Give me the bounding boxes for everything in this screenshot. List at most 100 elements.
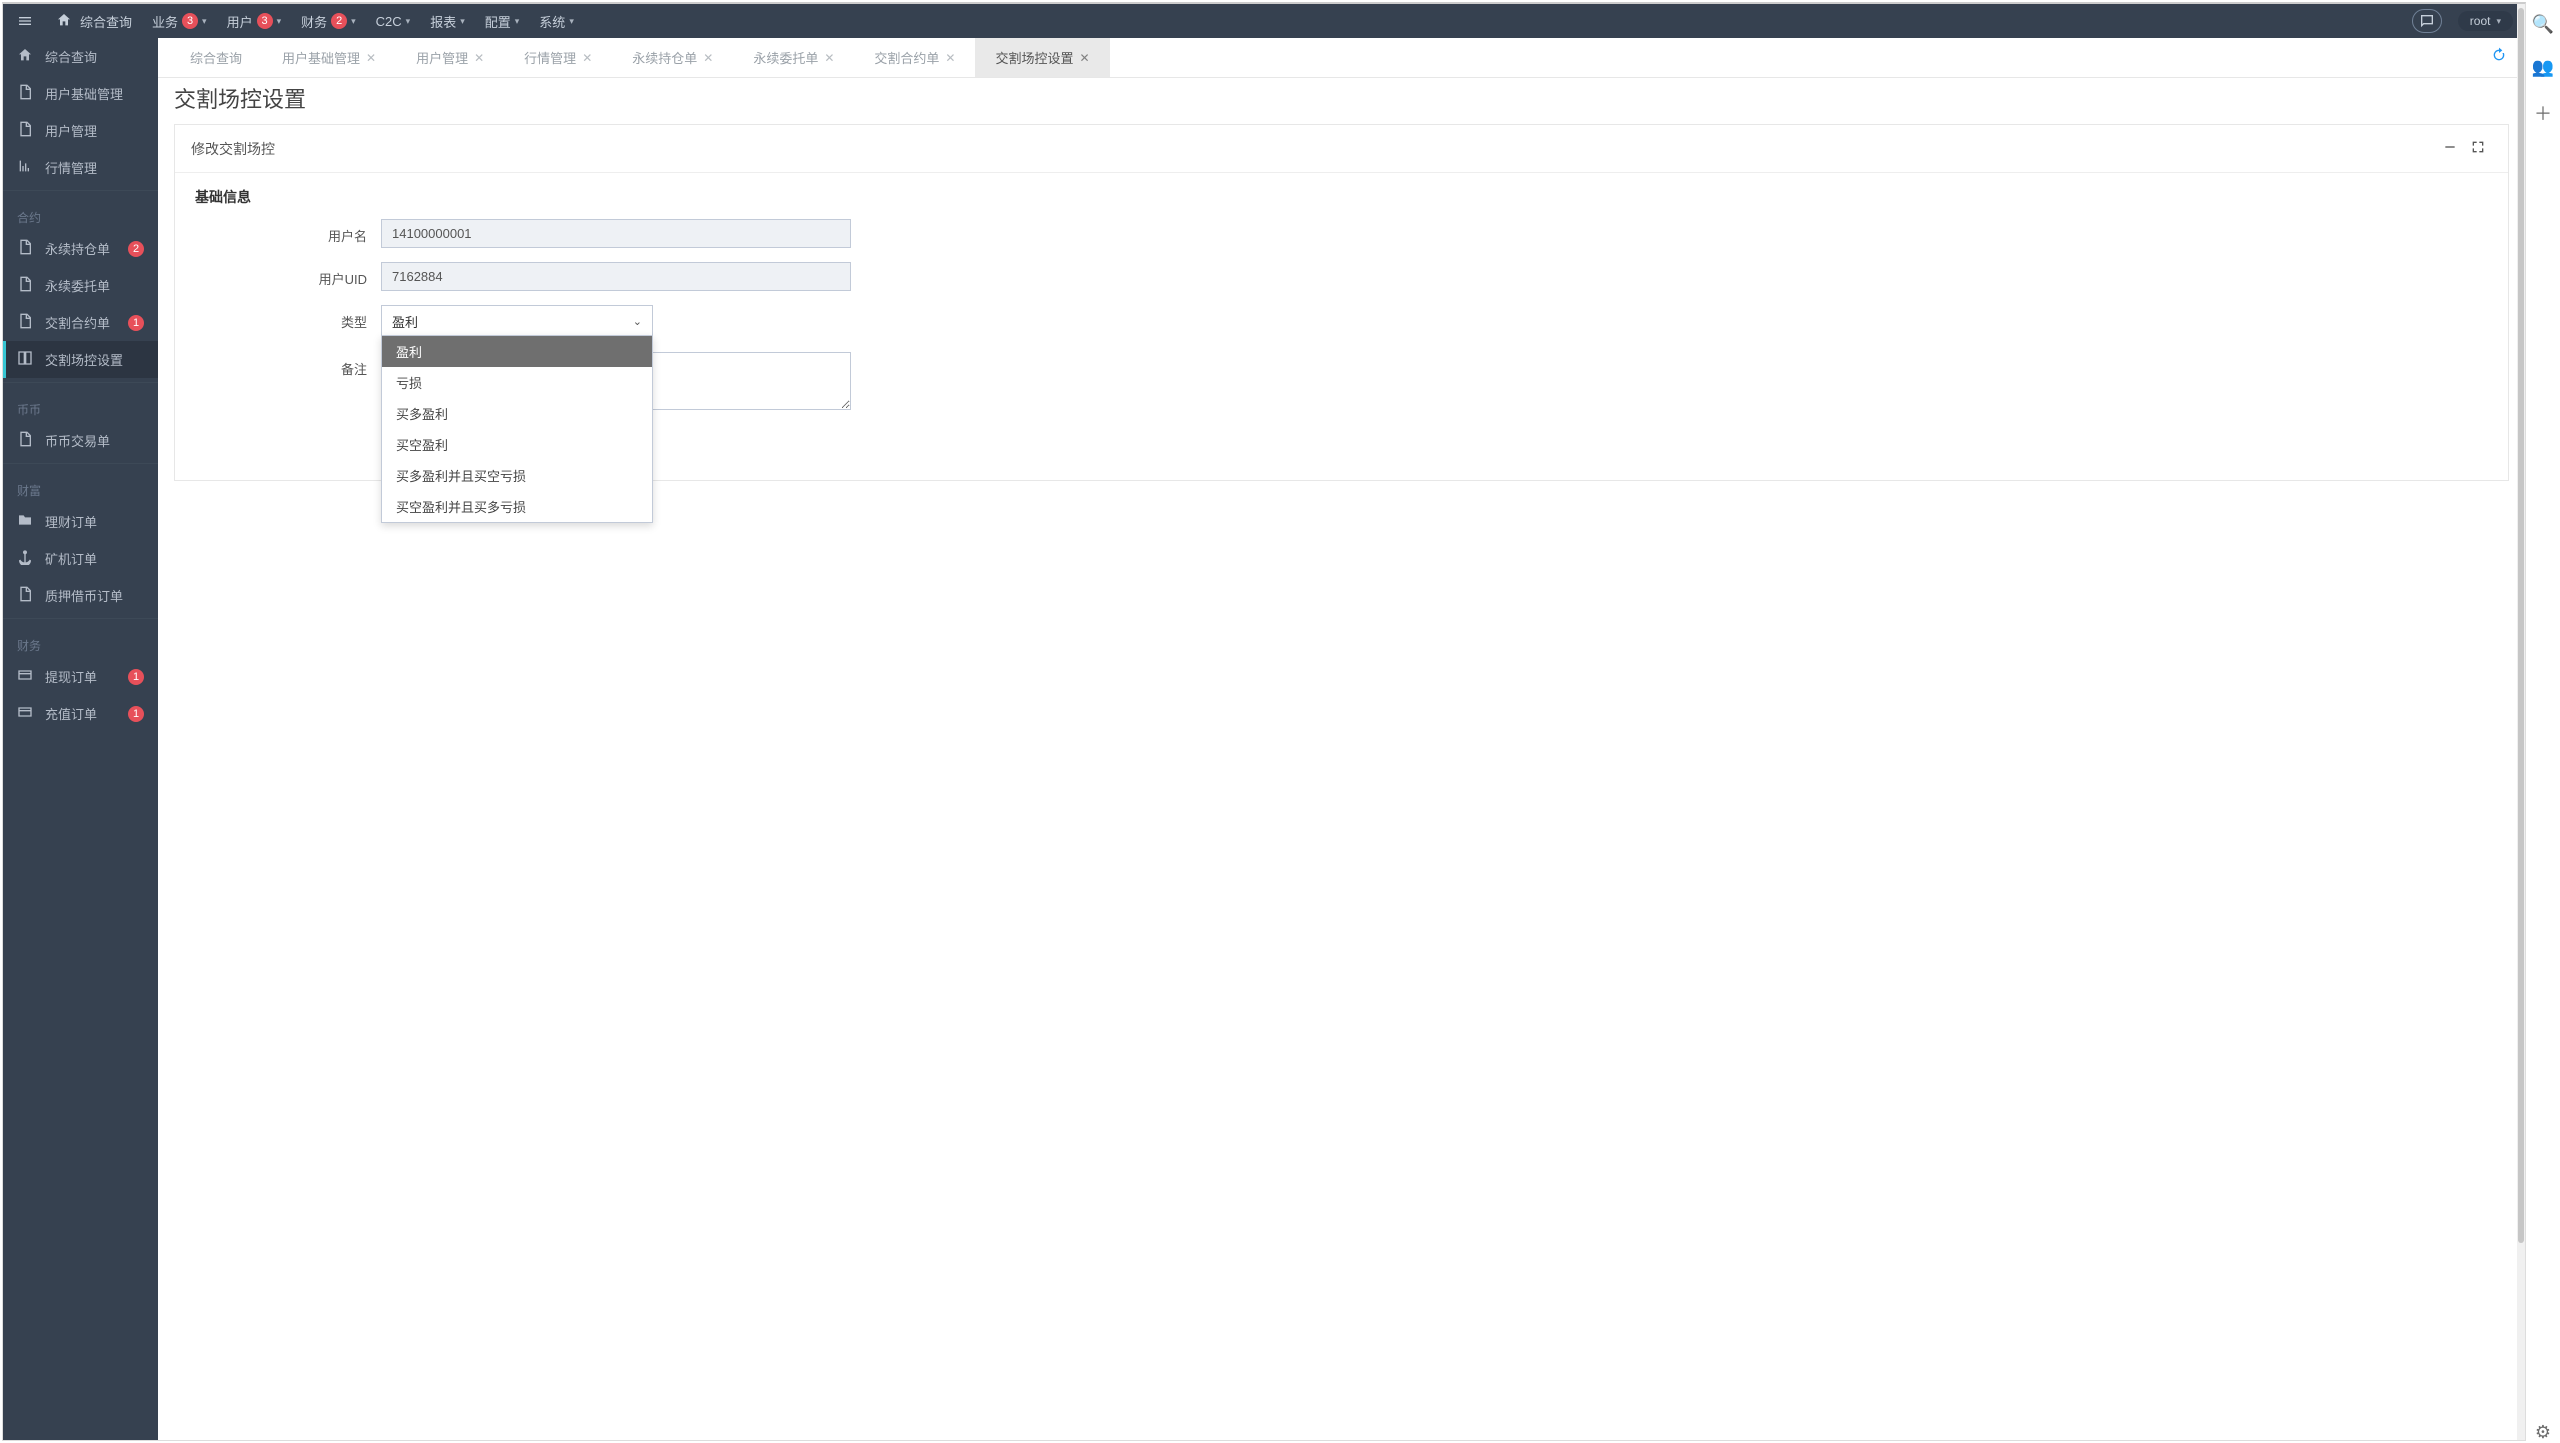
topnav-item[interactable]: 配置▾ [476, 4, 529, 38]
close-icon[interactable]: ✕ [824, 51, 834, 65]
sidebar-item-label: 综合查询 [45, 47, 97, 66]
add-icon[interactable]: ＋ [2534, 100, 2552, 126]
sidebar-badge: 1 [128, 706, 144, 722]
tab[interactable]: 永续持仓单 ✕ [612, 38, 733, 77]
chevron-down-icon: ▾ [202, 16, 207, 27]
tab-label: 用户基础管理 [282, 48, 360, 67]
sidebar-toggle[interactable] [3, 4, 47, 38]
sidebar-item-label: 永续委托单 [45, 276, 110, 295]
topnav-badge: 3 [182, 13, 198, 29]
sidebar-item[interactable]: 提现订单1 [3, 658, 158, 695]
tab[interactable]: 用户基础管理 ✕ [262, 38, 396, 77]
sidebar-item[interactable]: 充值订单 1 [3, 695, 158, 732]
username-input[interactable] [381, 219, 851, 248]
section-title: 基础信息 [195, 187, 2488, 207]
tab-label: 永续持仓单 [632, 48, 697, 67]
scrollbar-thumb[interactable] [2518, 8, 2524, 1243]
topnav-item-label: 综合查询 [80, 12, 132, 31]
tab[interactable]: 永续委托单 ✕ [733, 38, 854, 77]
topnav-badge: 2 [331, 13, 347, 29]
panel-title: 修改交割场控 [191, 139, 275, 159]
sidebar-item[interactable]: 质押借币订单 [3, 577, 158, 614]
panel-collapse-button[interactable] [2436, 135, 2464, 162]
topnav-badge: 3 [257, 13, 273, 29]
chevron-down-icon: ▾ [2496, 16, 2501, 27]
sidebar-item[interactable]: 用户基础管理 [3, 75, 158, 112]
type-option[interactable]: 买多盈利 [382, 398, 652, 429]
close-icon[interactable]: ✕ [366, 51, 376, 65]
sidebar-item[interactable]: 综合查询 [3, 38, 158, 75]
card-icon [17, 704, 33, 723]
card-icon [17, 667, 33, 686]
topnav-item[interactable]: 财务2 ▾ [292, 4, 365, 38]
type-select-value: 盈利 [392, 312, 418, 331]
search-icon[interactable]: 🔍 [2532, 14, 2554, 35]
sidebar-item-label: 质押借币订单 [45, 586, 123, 605]
tabs-bar: 综合查询用户基础管理✕用户管理✕行情管理✕永续持仓单✕永续委托单✕交割合约单✕交… [158, 38, 2525, 78]
topnav-item-label: 财务 [301, 12, 327, 31]
sidebar-badge: 1 [128, 315, 144, 331]
main-content: 综合查询用户基础管理✕用户管理✕行情管理✕永续持仓单✕永续委托单✕交割合约单✕交… [158, 38, 2525, 1440]
type-select[interactable]: 盈利 ⌄ [381, 305, 653, 338]
uid-input[interactable] [381, 262, 851, 291]
sidebar-item-label: 用户基础管理 [45, 84, 123, 103]
settings-icon[interactable]: ⚙ [2535, 1422, 2551, 1443]
refresh-icon [2491, 47, 2507, 63]
sidebar-category: 财富 [3, 468, 158, 503]
sidebar-category: 合约 [3, 195, 158, 230]
close-icon[interactable]: ✕ [1080, 51, 1090, 65]
uid-label: 用户UID [195, 262, 381, 288]
close-icon[interactable]: ✕ [474, 51, 484, 65]
tab[interactable]: 综合查询 [170, 38, 262, 77]
type-option[interactable]: 买多盈利并且买空亏损 [382, 460, 652, 491]
type-option[interactable]: 买空盈利 [382, 429, 652, 460]
topnav-item[interactable]: C2C▾ [367, 4, 420, 38]
tab[interactable]: 用户管理✕ [396, 38, 504, 77]
scrollbar-vertical[interactable] [2517, 4, 2525, 1440]
sidebar-item[interactable]: 理财订单 [3, 503, 158, 540]
sidebar-item[interactable]: 用户管理 [3, 112, 158, 149]
home-icon [17, 47, 33, 66]
sidebar-item[interactable]: 交割合约单1 [3, 304, 158, 341]
sidebar-item[interactable]: 交割场控设置 [3, 341, 158, 378]
topnav-item-label: 报表 [430, 12, 456, 31]
sidebar-item-label: 充值订单 [45, 704, 97, 723]
sidebar-item-label: 提现订单 [45, 667, 97, 686]
panel-fullscreen-button[interactable] [2464, 135, 2492, 162]
messages-button[interactable] [2412, 9, 2442, 33]
sidebar-item[interactable]: 币币交易单 [3, 422, 158, 459]
type-option[interactable]: 买空盈利并且买多亏损 [382, 491, 652, 522]
sidebar-item[interactable]: 永续持仓单2 [3, 230, 158, 267]
topnav-item-label: 业务 [152, 12, 178, 31]
topnav-item-label: C2C [376, 14, 402, 29]
type-label: 类型 [195, 305, 381, 331]
refresh-button[interactable] [2485, 41, 2513, 74]
sidebar-item[interactable]: 矿机订单 [3, 540, 158, 577]
app-window: 综合查询业务3▾用户3▾财务2▾C2C▾报表▾配置▾系统▾ root ▾ 综合查… [2, 2, 2526, 1441]
tab-label: 永续委托单 [753, 48, 818, 67]
topnav-item[interactable]: 用户3▾ [218, 4, 291, 38]
close-icon[interactable]: ✕ [703, 51, 713, 65]
tab[interactable]: 交割合约单✕ [854, 38, 975, 77]
sidebar-item[interactable]: 永续委托单 [3, 267, 158, 304]
type-option[interactable]: 亏损 [382, 367, 652, 398]
sidebar-item[interactable]: 行情管理 [3, 149, 158, 186]
topnav-item[interactable]: 系统▾ [530, 4, 583, 38]
chevron-down-icon: ▾ [515, 16, 520, 27]
topnav-item[interactable]: 报表▾ [421, 4, 474, 38]
topnav-item[interactable]: 综合查询 [47, 4, 141, 38]
chevron-down-icon: ▾ [569, 16, 574, 27]
chevron-down-icon: ▾ [351, 16, 356, 27]
topnav-item[interactable]: 业务3 ▾ [143, 4, 216, 38]
doc-icon [17, 239, 33, 258]
user-menu[interactable]: root ▾ [2458, 11, 2513, 31]
close-icon[interactable]: ✕ [945, 51, 955, 65]
close-icon[interactable]: ✕ [582, 51, 592, 65]
tab[interactable]: 交割场控设置✕ [975, 38, 1109, 77]
type-option[interactable]: 盈利 [382, 336, 652, 367]
sidebar-item-label: 币币交易单 [45, 431, 110, 450]
tab[interactable]: 行情管理✕ [504, 38, 612, 77]
sidebar-item-label: 用户管理 [45, 121, 97, 140]
type-dropdown: 盈利亏损买多盈利买空盈利买多盈利并且买空亏损买空盈利并且买多亏损 [381, 335, 653, 523]
people-icon[interactable]: 👥 [2532, 57, 2554, 78]
